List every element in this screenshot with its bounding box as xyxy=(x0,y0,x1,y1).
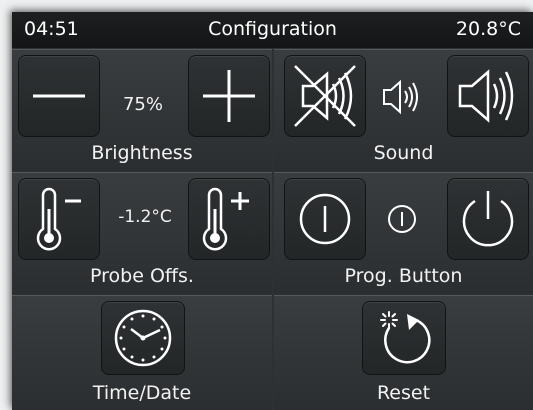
device-frame: 04:51 Configuration 20.8°C 75% Brightnes… xyxy=(0,0,533,410)
speaker-loud-icon xyxy=(458,69,514,123)
time-date-panel: Time/Date xyxy=(12,295,272,410)
sound-panel: Sound xyxy=(274,49,533,171)
sound-label: Sound xyxy=(373,142,434,164)
status-bar: 04:51 Configuration 20.8°C xyxy=(12,12,533,48)
power-line-small-icon xyxy=(388,205,416,233)
clock-icon xyxy=(114,309,172,367)
page-title: Configuration xyxy=(208,18,337,40)
probe-offset-value: -1.2°C xyxy=(118,207,172,227)
prog-button-label: Prog. Button xyxy=(344,265,463,287)
sound-louder-button[interactable] xyxy=(447,55,529,137)
probe-offset-decrease-button[interactable] xyxy=(18,178,100,260)
probe-offset-panel: -1.2°C Probe Offs. xyxy=(12,172,272,294)
prog-button-left[interactable] xyxy=(284,178,366,260)
time-date-label: Time/Date xyxy=(92,382,192,404)
prog-button-right[interactable] xyxy=(447,178,529,260)
minus-icon xyxy=(33,94,85,98)
time-date-button[interactable] xyxy=(101,301,185,375)
reset-panel: Reset xyxy=(274,295,533,410)
brightness-panel: 75% Brightness xyxy=(12,49,272,171)
speaker-low-icon xyxy=(383,79,418,115)
power-line-icon xyxy=(299,193,351,245)
sound-mute-button[interactable] xyxy=(284,55,366,137)
speaker-muted-icon xyxy=(294,65,356,127)
thermometer-plus-icon xyxy=(202,187,249,251)
brightness-increase-button[interactable] xyxy=(188,55,270,137)
brightness-label: Brightness xyxy=(91,142,193,164)
reset-label: Reset xyxy=(376,382,431,404)
probe-offset-increase-button[interactable] xyxy=(188,178,270,260)
prog-button-panel: Prog. Button xyxy=(274,172,533,294)
reset-button[interactable] xyxy=(362,301,446,375)
plus-icon xyxy=(203,70,255,122)
display-screen: 04:51 Configuration 20.8°C 75% Brightnes… xyxy=(12,12,533,410)
power-icon xyxy=(462,191,514,247)
thermometer-minus-icon xyxy=(36,187,81,251)
temperature-readout: 20.8°C xyxy=(455,18,521,40)
probe-offset-label: Probe Offs. xyxy=(90,265,194,287)
brightness-value: 75% xyxy=(122,94,163,115)
brightness-decrease-button[interactable] xyxy=(18,55,100,137)
reset-icon xyxy=(380,311,431,364)
